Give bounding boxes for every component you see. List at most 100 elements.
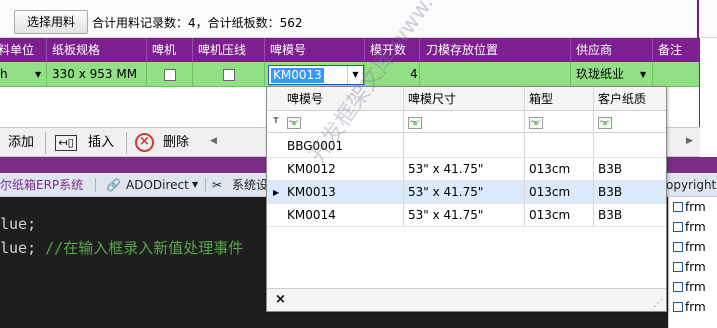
scroll-right-icon[interactable]: ▶ — [686, 136, 693, 146]
panel-border — [697, 0, 699, 38]
die-machine-checkbox[interactable] — [164, 69, 176, 81]
header-divider — [264, 38, 265, 62]
add-button[interactable]: 添加 — [8, 131, 34, 155]
resize-grip-icon[interactable]: ⋰ — [653, 298, 663, 309]
system-settings-menu[interactable]: 系统设 — [232, 173, 268, 197]
delete-button[interactable]: 删除 — [163, 131, 189, 155]
col-header-mold-count[interactable]: 模开数 — [370, 38, 406, 62]
mold-no-combobox[interactable]: KM0013 ▼ — [268, 65, 364, 85]
row-box: 013cm — [529, 185, 571, 199]
solution-item[interactable]: frm — [673, 277, 706, 297]
col-header-die-crease[interactable]: 啤机压线 — [198, 38, 246, 62]
column-divider — [593, 87, 594, 227]
cell-unit[interactable]: h — [0, 62, 8, 87]
chain-link-icon[interactable]: 🔗 — [106, 173, 121, 197]
chevron-down-icon[interactable]: ▼ — [192, 173, 198, 197]
header-divider — [192, 38, 193, 62]
grid-header: 料单位 纸板规格 啤机 啤机压线 啤模号 模开数 刀模存放位置 供应商 备注 — [0, 38, 700, 62]
cell-divider — [364, 62, 365, 87]
row-box: 013cm — [529, 208, 571, 222]
abc-filter-icon[interactable]: ᴬʙᶜ — [529, 117, 543, 129]
popup-col-paper[interactable]: 客户纸质 — [598, 87, 646, 111]
die-crease-checkbox[interactable] — [223, 69, 235, 81]
popup-col-mold-no[interactable]: 啤模号 — [287, 87, 323, 111]
header-divider — [146, 38, 147, 62]
col-header-unit[interactable]: 料单位 — [0, 38, 34, 62]
project-tab[interactable]: 尔纸箱ERP系统 — [0, 173, 83, 197]
column-divider — [524, 87, 525, 227]
cell-supplier[interactable]: 玖珑纸业 — [576, 62, 624, 87]
row-paper: B3B — [598, 208, 623, 222]
wrench-icon[interactable]: ✂ — [212, 173, 222, 197]
row-size: 53" x 41.75" — [408, 162, 484, 176]
delete-circle-x-icon[interactable]: × — [135, 133, 154, 152]
header-divider — [364, 38, 365, 62]
cell-divider — [570, 62, 571, 87]
abc-filter-icon[interactable]: ᴬʙᶜ — [287, 117, 301, 129]
select-material-button[interactable]: 选择用料 — [14, 10, 88, 34]
col-header-die-location[interactable]: 刀模存放位置 — [426, 38, 498, 62]
list-item[interactable]: BBG0001 — [267, 135, 666, 158]
scroll-left-icon[interactable]: ◀ — [210, 136, 217, 146]
code-comment: //在输入框录入新值处理事件 — [45, 239, 244, 257]
chevron-down-icon[interactable]: ▼ — [347, 66, 363, 84]
cell-divider — [652, 62, 653, 87]
popup-filter-row: ᴛ ᴬʙᶜ ᴬʙᶜ ᴬʙᶜ ᴬʙᶜ — [267, 111, 666, 133]
header-divider — [419, 38, 420, 62]
copyrights-tab[interactable]: opyrights — [666, 173, 717, 197]
chevron-down-icon[interactable]: ▼ — [35, 70, 41, 79]
form-file-icon — [673, 222, 683, 232]
solution-item[interactable]: frm — [673, 257, 706, 277]
cell-divider — [46, 62, 47, 87]
insert-row-icon[interactable]: ↤▯ — [55, 135, 77, 151]
code-line: lue; //在输入框录入新值处理事件 — [0, 237, 243, 258]
col-header-remark[interactable]: 备注 — [658, 38, 682, 62]
list-item-selected[interactable]: ▶ KM0013 53" x 41.75" 013cm B3B — [267, 181, 666, 204]
pin-icon[interactable]: ᴛ — [273, 115, 279, 126]
list-item[interactable]: KM0014 53" x 41.75" 013cm B3B — [267, 204, 666, 227]
list-item[interactable]: KM0012 53" x 41.75" 013cm B3B — [267, 158, 666, 181]
ado-direct-menu[interactable]: ADODirect — [126, 173, 189, 197]
popup-col-box-type[interactable]: 箱型 — [529, 87, 553, 111]
form-file-icon — [673, 262, 683, 272]
summary-text: 合计用料记录数：4，合计纸板数：562 — [92, 16, 303, 30]
header-divider — [46, 38, 47, 62]
solution-item[interactable]: frm — [673, 197, 706, 217]
cell-board-spec[interactable]: 330 x 953 MM — [52, 62, 137, 87]
header-divider — [652, 38, 653, 62]
close-icon[interactable]: × — [275, 292, 286, 307]
mold-dropdown-popup[interactable]: 啤模号 啤模尺寸 箱型 客户纸质 ᴛ ᴬʙᶜ ᴬʙᶜ ᴬʙᶜ ᴬʙᶜ BBG00… — [266, 86, 667, 312]
form-file-icon — [673, 242, 683, 252]
cell-mold-count[interactable]: 4 — [410, 62, 418, 87]
popup-header: 啤模号 啤模尺寸 箱型 客户纸质 — [267, 87, 666, 111]
toolbar-divider — [205, 178, 206, 192]
col-header-die-machine[interactable]: 啤机 — [152, 38, 176, 62]
toolbar-divider — [45, 132, 46, 154]
toolbar-divider — [126, 132, 127, 154]
code-line: lue; — [0, 215, 37, 233]
mold-no-input[interactable]: KM0013 — [271, 68, 324, 83]
col-header-mold-no[interactable]: 啤模号 — [270, 38, 306, 62]
row-size: 53" x 41.75" — [408, 185, 484, 199]
solution-item[interactable]: frm — [673, 237, 706, 257]
row-paper: B3B — [598, 185, 623, 199]
form-file-icon — [673, 202, 683, 212]
abc-filter-icon[interactable]: ᴬʙᶜ — [408, 117, 422, 129]
cell-divider — [146, 62, 147, 87]
row-mold: BBG0001 — [287, 139, 344, 153]
solution-item[interactable]: frm — [673, 297, 706, 317]
abc-filter-icon[interactable]: ᴬʙᶜ — [598, 117, 612, 129]
solution-explorer: frm frm frm frm frm frm — [668, 197, 717, 328]
row-mold: KM0013 — [287, 185, 336, 199]
col-header-board-spec[interactable]: 纸板规格 — [52, 38, 100, 62]
chevron-down-icon[interactable]: ▼ — [640, 70, 646, 79]
insert-button[interactable]: 插入 — [88, 131, 114, 155]
row-paper: B3B — [598, 162, 623, 176]
top-toolbar: 选择用料 合计用料记录数：4，合计纸板数：562 — [0, 0, 717, 38]
column-divider — [403, 87, 404, 227]
solution-item[interactable]: frm — [673, 217, 706, 237]
popup-col-mold-size[interactable]: 啤模尺寸 — [408, 87, 456, 111]
row-indicator-icon: ▶ — [273, 188, 280, 197]
col-header-supplier[interactable]: 供应商 — [576, 38, 612, 62]
toolbar-divider — [95, 178, 96, 192]
